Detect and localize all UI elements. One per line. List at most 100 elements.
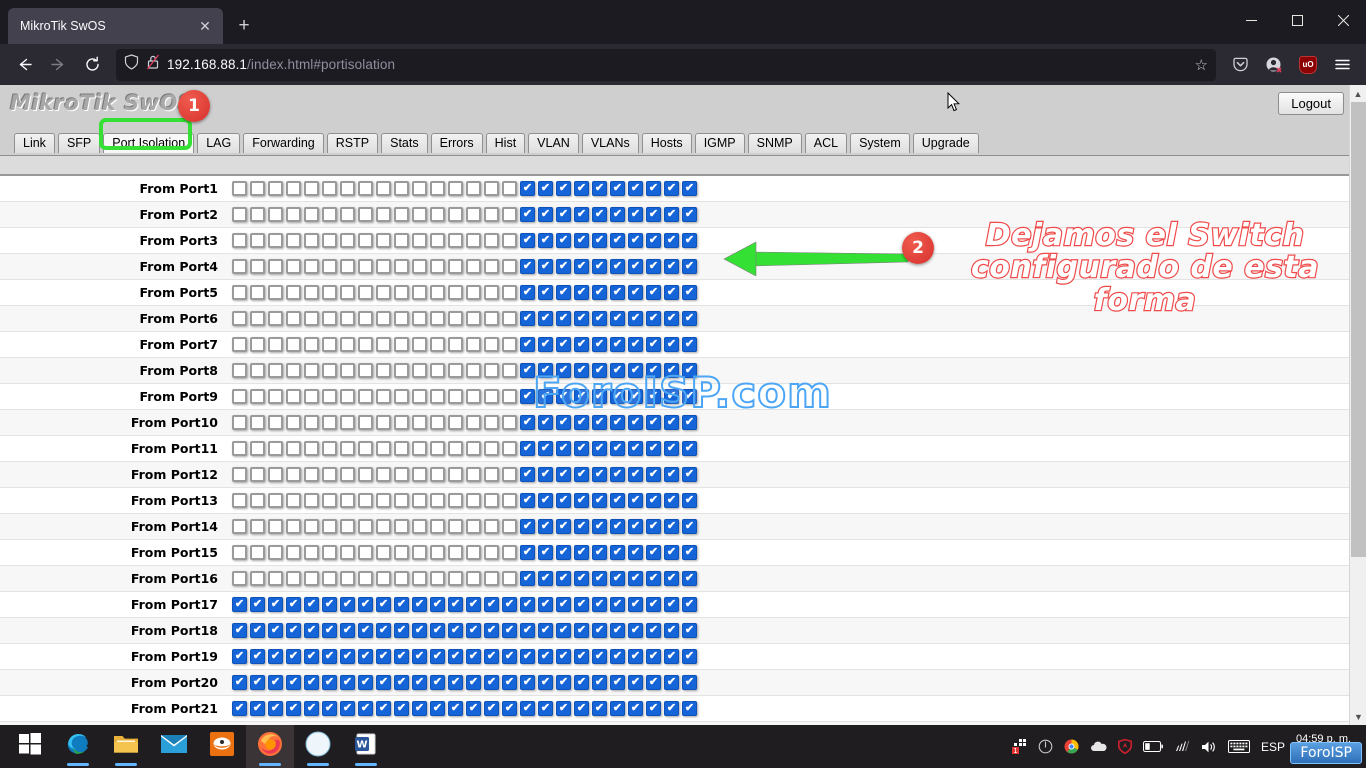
isolation-checkbox-r3-c3[interactable] (268, 233, 283, 248)
isolation-checkbox-r7-c26[interactable] (682, 337, 697, 352)
isolation-checkbox-r19-c6[interactable] (322, 649, 337, 664)
isolation-checkbox-r15-c26[interactable] (682, 545, 697, 560)
isolation-checkbox-r17-c15[interactable] (484, 597, 499, 612)
isolation-checkbox-r9-c14[interactable] (466, 389, 481, 404)
isolation-checkbox-r15-c23[interactable] (628, 545, 643, 560)
isolation-checkbox-r4-c14[interactable] (466, 259, 481, 274)
arrow-right-icon[interactable] (42, 49, 74, 81)
isolation-checkbox-r6-c3[interactable] (268, 311, 283, 326)
isolation-checkbox-r21-c21[interactable] (592, 701, 607, 716)
isolation-checkbox-r9-c6[interactable] (322, 389, 337, 404)
isolation-checkbox-r10-c12[interactable] (430, 415, 445, 430)
isolation-checkbox-r7-c25[interactable] (664, 337, 679, 352)
isolation-checkbox-r18-c22[interactable] (610, 623, 625, 638)
isolation-checkbox-r10-c19[interactable] (556, 415, 571, 430)
isolation-checkbox-r6-c26[interactable] (682, 311, 697, 326)
isolation-checkbox-r5-c10[interactable] (394, 285, 409, 300)
isolation-checkbox-r14-c14[interactable] (466, 519, 481, 534)
isolation-checkbox-r4-c15[interactable] (484, 259, 499, 274)
isolation-checkbox-r15-c9[interactable] (376, 545, 391, 560)
isolation-checkbox-r14-c23[interactable] (628, 519, 643, 534)
isolation-checkbox-r8-c11[interactable] (412, 363, 427, 378)
isolation-checkbox-r10-c2[interactable] (250, 415, 265, 430)
isolation-checkbox-r12-c2[interactable] (250, 467, 265, 482)
isolation-checkbox-r11-c2[interactable] (250, 441, 265, 456)
isolation-checkbox-r17-c9[interactable] (376, 597, 391, 612)
isolation-checkbox-r15-c21[interactable] (592, 545, 607, 560)
taskbar-mail[interactable] (150, 725, 198, 768)
swos-tab-acl[interactable]: ACL (805, 133, 847, 154)
isolation-checkbox-r1-c14[interactable] (466, 181, 481, 196)
isolation-checkbox-r13-c10[interactable] (394, 493, 409, 508)
isolation-checkbox-r14-c6[interactable] (322, 519, 337, 534)
isolation-checkbox-r2-c24[interactable] (646, 207, 661, 222)
isolation-checkbox-r19-c8[interactable] (358, 649, 373, 664)
isolation-checkbox-r3-c24[interactable] (646, 233, 661, 248)
isolation-checkbox-r19-c7[interactable] (340, 649, 355, 664)
isolation-checkbox-r4-c22[interactable] (610, 259, 625, 274)
isolation-checkbox-r9-c2[interactable] (250, 389, 265, 404)
isolation-checkbox-r11-c18[interactable] (538, 441, 553, 456)
swos-tab-system[interactable]: System (850, 133, 910, 154)
isolation-checkbox-r20-c13[interactable] (448, 675, 463, 690)
swos-tab-upgrade[interactable]: Upgrade (913, 133, 979, 154)
isolation-checkbox-r21-c18[interactable] (538, 701, 553, 716)
isolation-checkbox-r10-c24[interactable] (646, 415, 661, 430)
isolation-checkbox-r16-c3[interactable] (268, 571, 283, 586)
isolation-checkbox-r20-c21[interactable] (592, 675, 607, 690)
isolation-checkbox-r7-c16[interactable] (502, 337, 517, 352)
isolation-checkbox-r4-c18[interactable] (538, 259, 553, 274)
isolation-checkbox-r5-c16[interactable] (502, 285, 517, 300)
isolation-checkbox-r10-c10[interactable] (394, 415, 409, 430)
isolation-checkbox-r19-c14[interactable] (466, 649, 481, 664)
isolation-checkbox-r9-c15[interactable] (484, 389, 499, 404)
isolation-checkbox-r9-c4[interactable] (286, 389, 301, 404)
isolation-checkbox-r4-c23[interactable] (628, 259, 643, 274)
isolation-checkbox-r2-c9[interactable] (376, 207, 391, 222)
isolation-checkbox-r6-c15[interactable] (484, 311, 499, 326)
isolation-checkbox-r7-c14[interactable] (466, 337, 481, 352)
isolation-checkbox-r7-c4[interactable] (286, 337, 301, 352)
isolation-checkbox-r6-c5[interactable] (304, 311, 319, 326)
isolation-checkbox-r13-c7[interactable] (340, 493, 355, 508)
isolation-checkbox-r14-c17[interactable] (520, 519, 535, 534)
isolation-checkbox-r3-c22[interactable] (610, 233, 625, 248)
isolation-checkbox-r14-c24[interactable] (646, 519, 661, 534)
isolation-checkbox-r5-c2[interactable] (250, 285, 265, 300)
isolation-checkbox-r3-c19[interactable] (556, 233, 571, 248)
isolation-checkbox-r16-c12[interactable] (430, 571, 445, 586)
isolation-checkbox-r21-c3[interactable] (268, 701, 283, 716)
isolation-checkbox-r5-c18[interactable] (538, 285, 553, 300)
isolation-checkbox-r16-c4[interactable] (286, 571, 301, 586)
isolation-checkbox-r7-c21[interactable] (592, 337, 607, 352)
isolation-checkbox-r15-c17[interactable] (520, 545, 535, 560)
isolation-checkbox-r5-c24[interactable] (646, 285, 661, 300)
close-icon[interactable] (1320, 0, 1366, 40)
isolation-checkbox-r8-c2[interactable] (250, 363, 265, 378)
isolation-checkbox-r2-c16[interactable] (502, 207, 517, 222)
isolation-checkbox-r4-c19[interactable] (556, 259, 571, 274)
isolation-checkbox-r13-c21[interactable] (592, 493, 607, 508)
isolation-checkbox-r6-c21[interactable] (592, 311, 607, 326)
isolation-checkbox-r14-c3[interactable] (268, 519, 283, 534)
isolation-checkbox-r17-c6[interactable] (322, 597, 337, 612)
language-indicator[interactable]: ESP (1261, 740, 1285, 754)
isolation-checkbox-r5-c8[interactable] (358, 285, 373, 300)
isolation-checkbox-r20-c19[interactable] (556, 675, 571, 690)
isolation-checkbox-r11-c14[interactable] (466, 441, 481, 456)
isolation-checkbox-r6-c12[interactable] (430, 311, 445, 326)
isolation-checkbox-r12-c10[interactable] (394, 467, 409, 482)
isolation-checkbox-r15-c14[interactable] (466, 545, 481, 560)
page-scrollbar[interactable]: ▲ ▼ (1349, 85, 1366, 725)
isolation-checkbox-r10-c23[interactable] (628, 415, 643, 430)
isolation-checkbox-r6-c9[interactable] (376, 311, 391, 326)
isolation-checkbox-r11-c8[interactable] (358, 441, 373, 456)
isolation-checkbox-r14-c26[interactable] (682, 519, 697, 534)
isolation-checkbox-r12-c1[interactable] (232, 467, 247, 482)
isolation-checkbox-r20-c15[interactable] (484, 675, 499, 690)
isolation-checkbox-r21-c20[interactable] (574, 701, 589, 716)
isolation-checkbox-r12-c15[interactable] (484, 467, 499, 482)
isolation-checkbox-r2-c22[interactable] (610, 207, 625, 222)
isolation-checkbox-r4-c25[interactable] (664, 259, 679, 274)
isolation-checkbox-r3-c1[interactable] (232, 233, 247, 248)
